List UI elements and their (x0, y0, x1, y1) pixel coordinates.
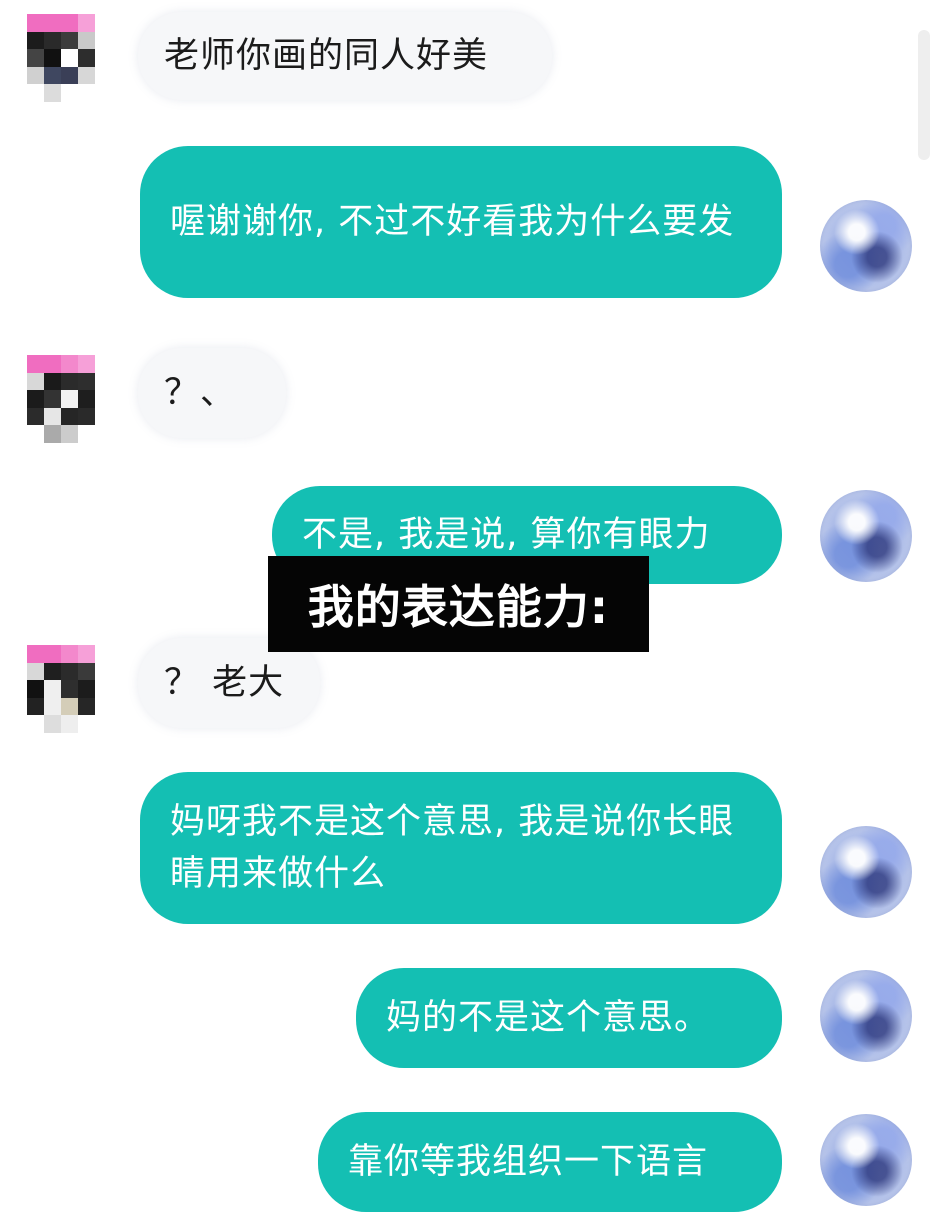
message-text: 不是, 我是说, 算你有眼力 (302, 515, 711, 555)
user-avatar[interactable] (820, 826, 912, 918)
chat-view: 老师你画的同人好美 喔谢谢你, 不过不好看我为什么要发 ？、 不是, 我是说, … (0, 0, 933, 1212)
message-text: 妈的不是这个意思。 (386, 998, 711, 1038)
contact-avatar[interactable] (27, 14, 95, 102)
caption-text: 我的表达能力: (307, 580, 610, 634)
message-bubble[interactable]: 喔谢谢你, 不过不好看我为什么要发 (140, 146, 782, 298)
user-avatar[interactable] (820, 200, 912, 292)
message-bubble[interactable]: 妈的不是这个意思。 (356, 968, 782, 1068)
message-text: ？ 老大 (164, 663, 285, 703)
scrollbar[interactable] (918, 30, 930, 160)
user-avatar[interactable] (820, 490, 912, 582)
message-text: ？、 (164, 373, 237, 413)
user-avatar[interactable] (820, 1114, 912, 1206)
video-caption: 我的表达能力: (268, 556, 649, 652)
message-text: 喔谢谢你, 不过不好看我为什么要发 (170, 202, 735, 242)
message-bubble[interactable]: 妈呀我不是这个意思, 我是说你长眼睛用来做什么 (140, 772, 782, 924)
user-avatar[interactable] (820, 970, 912, 1062)
message-bubble[interactable]: 老师你画的同人好美 (138, 12, 552, 100)
message-text: 靠你等我组织一下语言 (348, 1142, 709, 1182)
message-bubble[interactable]: 靠你等我组织一下语言 (318, 1112, 782, 1212)
contact-avatar[interactable] (27, 355, 95, 443)
message-bubble[interactable]: ？、 (138, 348, 286, 438)
message-text: 妈呀我不是这个意思, 我是说你长眼睛用来做什么 (170, 802, 735, 894)
contact-avatar[interactable] (27, 645, 95, 733)
message-text: 老师你画的同人好美 (164, 36, 489, 76)
